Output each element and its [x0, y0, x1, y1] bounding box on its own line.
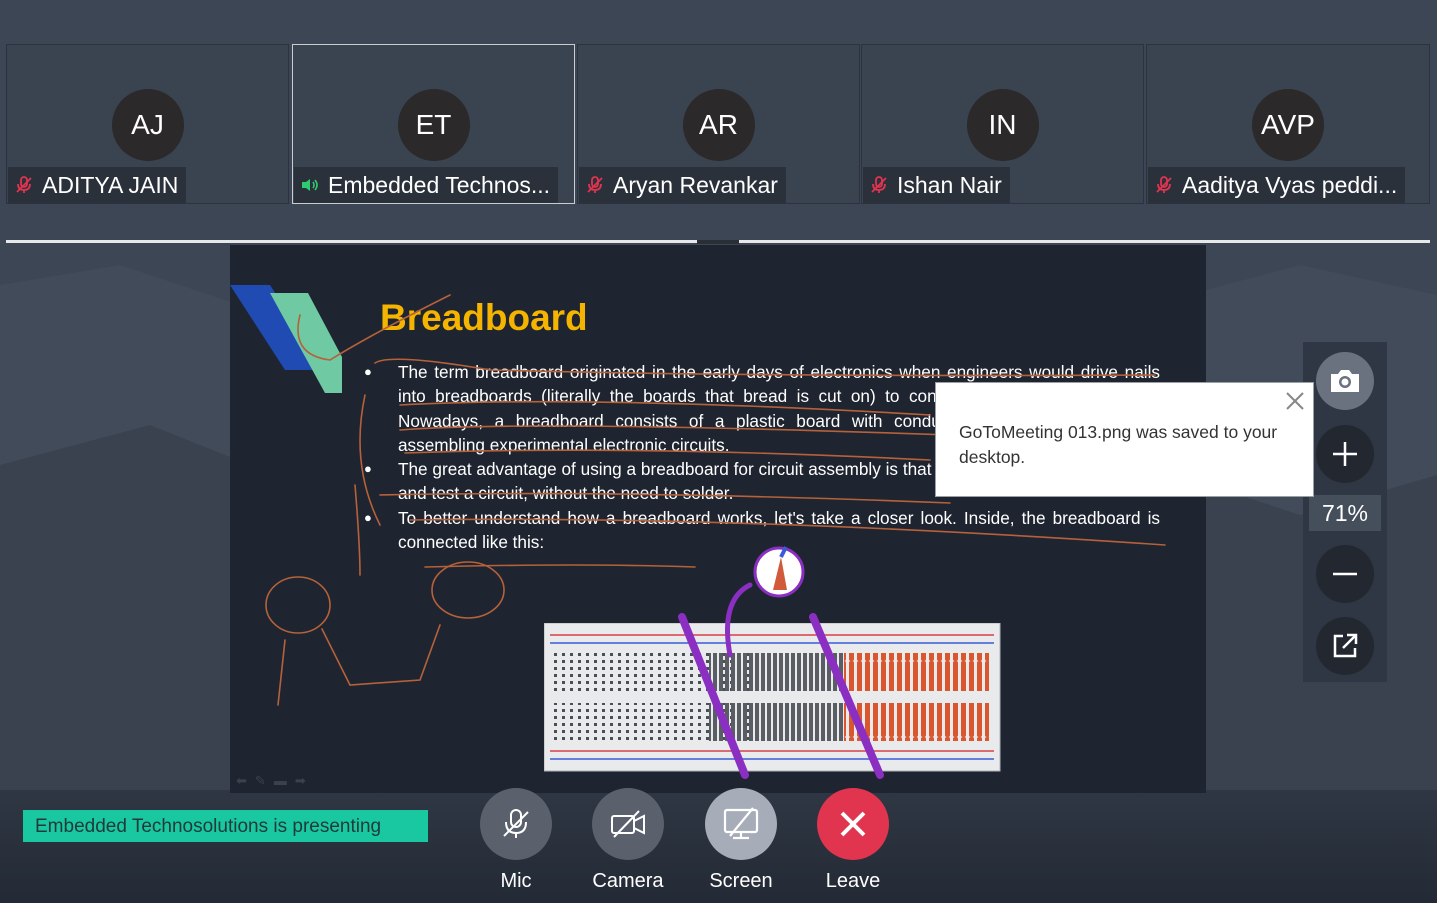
mic-muted-icon: [585, 175, 605, 195]
zoom-out-button[interactable]: [1316, 545, 1374, 603]
participant-strip: AJ ADITYA JAIN ET Embedded Technos... AR…: [6, 44, 1430, 204]
pen-icon[interactable]: ✎: [255, 773, 266, 789]
close-icon[interactable]: [1283, 389, 1307, 413]
camera-icon: [1331, 370, 1359, 392]
arrow-right-icon[interactable]: ➡: [295, 773, 306, 789]
leave-control[interactable]: Leave: [817, 788, 889, 893]
participant-name: ADITYA JAIN: [42, 171, 179, 198]
save-notification-toast: GoToMeeting 013.png was saved to your de…: [935, 382, 1314, 497]
breadboard-image: [544, 623, 1001, 772]
participant-tile[interactable]: IN Ishan Nair: [861, 44, 1144, 204]
mic-muted-icon: [14, 175, 34, 195]
mic-muted-icon: [869, 175, 889, 195]
participant-name: Embedded Technos...: [328, 171, 551, 198]
mic-label: Mic: [500, 870, 532, 892]
screen-label: Screen: [709, 870, 773, 892]
arrow-left-icon[interactable]: ⬅: [236, 773, 247, 789]
participant-nametag: Ishan Nair: [863, 167, 1010, 203]
zoom-in-button[interactable]: [1316, 425, 1374, 483]
participant-tile[interactable]: AJ ADITYA JAIN: [6, 44, 289, 204]
window-top-bar: [0, 0, 1437, 40]
resize-handle[interactable]: [697, 240, 739, 244]
avatar: AVP: [1252, 89, 1324, 161]
participant-nametag: Aaditya Vyas peddi...: [1148, 167, 1406, 203]
zoom-level: 71%: [1309, 495, 1381, 531]
minus-icon: [1333, 572, 1357, 576]
presenting-banner: Embedded Technosolutions is presenting: [23, 810, 428, 842]
participant-tile[interactable]: AR Aryan Revankar: [577, 44, 860, 204]
plus-icon: [1333, 442, 1357, 466]
shared-screen-slide: Breadboard The term breadboard originate…: [230, 245, 1206, 793]
toast-message: GoToMeeting 013.png was saved to your de…: [959, 422, 1278, 467]
participant-tile-active[interactable]: ET Embedded Technos...: [292, 44, 575, 204]
leave-label: Leave: [825, 870, 881, 892]
participant-name: Ishan Nair: [897, 171, 1002, 198]
avatar: ET: [397, 89, 470, 161]
slide-bullet: To better understand how a breadboard wo…: [364, 506, 1160, 555]
menu-icon[interactable]: ▬: [274, 773, 287, 789]
camera-off-icon: [611, 810, 645, 838]
slide-title: Breadboard: [380, 297, 588, 338]
camera-button[interactable]: [592, 788, 664, 860]
participant-nametag: Aryan Revankar: [579, 167, 786, 203]
mic-muted-icon: [1154, 175, 1174, 195]
avatar: AJ: [111, 89, 184, 161]
avatar: IN: [966, 89, 1039, 161]
screen-control[interactable]: Screen: [705, 788, 777, 893]
speaker-active-icon: [300, 175, 320, 195]
avatar: AR: [682, 89, 755, 161]
zoom-panel: 71%: [1303, 342, 1387, 682]
screenshot-button[interactable]: [1316, 352, 1374, 410]
close-icon: [840, 811, 866, 837]
slide-logo-shape: [230, 285, 342, 393]
mic-button[interactable]: [480, 788, 552, 860]
pop-out-button[interactable]: [1316, 617, 1374, 675]
mic-control[interactable]: Mic: [480, 788, 552, 893]
participant-nametag: Embedded Technos...: [294, 167, 559, 203]
camera-label: Camera: [592, 870, 664, 892]
leave-button[interactable]: [817, 788, 889, 860]
participant-tile[interactable]: AVP Aaditya Vyas peddi...: [1146, 44, 1430, 204]
camera-control[interactable]: Camera: [592, 788, 664, 893]
participant-name: Aryan Revankar: [613, 171, 778, 198]
participant-nametag: ADITYA JAIN: [8, 167, 187, 203]
external-link-icon: [1333, 633, 1358, 658]
slide-navigation: ⬅ ✎ ▬ ➡: [236, 773, 306, 789]
screen-share-icon: [723, 807, 759, 840]
participant-name: Aaditya Vyas peddi...: [1182, 171, 1398, 198]
screen-share-button[interactable]: [705, 788, 777, 860]
mic-off-icon: [503, 809, 529, 838]
